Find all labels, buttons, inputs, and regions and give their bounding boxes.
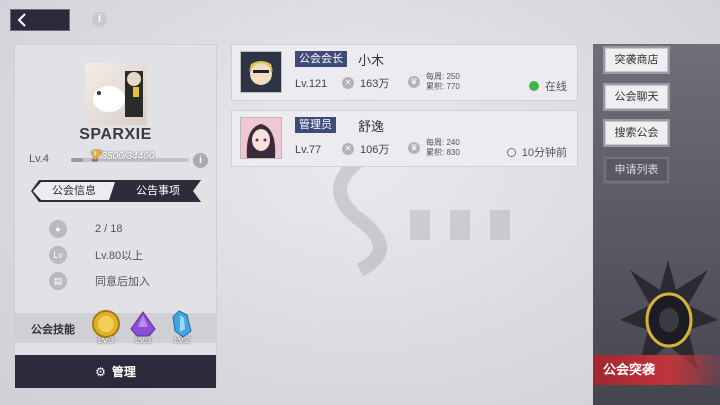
total-row: 累积: 830	[426, 148, 460, 158]
level-requirement: Lv.80以上	[95, 250, 144, 262]
skill-level: Lv.3	[97, 335, 115, 345]
member-name: 小木	[358, 53, 385, 68]
member-count: 2 / 18	[95, 223, 123, 235]
sword-icon: ✕	[342, 143, 354, 155]
manage-button[interactable]: ⚙ 管理	[15, 355, 216, 388]
total-label: 累积:	[426, 148, 447, 157]
skill-level: Lv.2	[173, 335, 191, 345]
member-card[interactable]: 管理员 舒逸 Lv.77 ✕ 106万 ♛ 每周: 240 累积: 830 10…	[231, 110, 578, 167]
member-level: Lv.121	[295, 78, 328, 90]
skill-blue[interactable]: Lv.2	[167, 309, 197, 345]
total-label: 累积:	[426, 82, 447, 91]
join-policy: 同意后加入	[95, 276, 150, 288]
guild-skills: 公会技能 Lv.3 Lv.3 Lv.2	[15, 310, 216, 345]
guild-name: SPARXIE	[79, 126, 152, 143]
weekly-label: 每周:	[426, 72, 447, 81]
level-requirement-row: Lv Lv.80以上	[49, 245, 143, 265]
skill-purple[interactable]: Lv.3	[128, 309, 158, 345]
join-icon: ▤	[49, 272, 67, 290]
member-status: 10分钟前	[506, 144, 567, 160]
guild-exp-fill	[71, 158, 83, 162]
guild-tabs: 公会信息 公告事项	[31, 180, 201, 202]
join-policy-row: ▤ 同意后加入	[49, 271, 150, 291]
exp-info-icon[interactable]: i	[193, 153, 208, 168]
weekly-value: 240	[446, 138, 460, 147]
member-count-row: ● 2 / 18	[49, 219, 123, 239]
member-name: 舒逸	[358, 119, 385, 134]
tab-notice[interactable]: 公告事项	[117, 180, 199, 202]
member-level: Lv.77	[295, 144, 322, 156]
weekly-row: 每周: 250	[426, 72, 460, 82]
guild-chat-button[interactable]: 公会聊天	[605, 85, 668, 109]
person-icon: ●	[49, 220, 67, 238]
trophy-icon: 🏆	[89, 151, 102, 162]
chevron-left-icon	[17, 13, 26, 27]
online-dot-icon	[529, 81, 539, 91]
weekly-label: 每周:	[426, 138, 447, 147]
info-icon[interactable]: i	[92, 12, 107, 27]
raid-shop-button[interactable]: 突袭商店	[605, 48, 668, 72]
sword-icon: ✕	[342, 77, 354, 89]
gear-icon: ⚙	[95, 364, 106, 379]
member-contribution: ♛ 每周: 240 累积: 830	[408, 138, 460, 158]
leader-portrait-icon	[241, 52, 281, 92]
power-value: 163万	[360, 78, 390, 90]
level-icon: Lv	[49, 246, 67, 264]
role-badge: 管理员	[295, 117, 336, 133]
guild-emblem-icon	[93, 71, 143, 117]
guild-level: Lv.4	[29, 153, 49, 165]
officer-portrait-icon	[241, 118, 281, 158]
offline-clock-icon	[506, 147, 516, 157]
contribution-icon: ♛	[408, 142, 420, 154]
weekly-row: 每周: 240	[426, 138, 460, 148]
guild-info-panel: SPARXIE Lv.4 🏆3500/34400 i 公会信息 公告事项 ● 2…	[14, 44, 217, 388]
total-value: 770	[446, 82, 460, 91]
member-card[interactable]: 公会会长 小木 Lv.121 ✕ 163万 ♛ 每周: 250 累积: 770 …	[231, 44, 578, 101]
skills-label: 公会技能	[31, 324, 75, 336]
skill-level: Lv.3	[134, 335, 152, 345]
member-avatar	[240, 51, 282, 93]
skill-gold[interactable]: Lv.3	[91, 309, 121, 345]
weekly-value: 250	[446, 72, 460, 81]
total-row: 累积: 770	[426, 82, 460, 92]
guild-exp-value: 3500/34400	[101, 151, 155, 162]
manage-label: 管理	[111, 365, 136, 379]
guild-avatar	[85, 63, 147, 125]
member-power: ✕ 163万	[342, 75, 389, 91]
search-guild-button[interactable]: 搜索公会	[605, 121, 668, 145]
guild-exp-text: 🏆3500/34400	[89, 151, 154, 162]
role-badge: 公会会长	[295, 51, 347, 67]
member-contribution: ♛ 每周: 250 累积: 770	[408, 72, 460, 92]
back-button[interactable]	[10, 9, 70, 31]
member-status: 在线	[529, 78, 567, 94]
guild-raid-button[interactable]: 公会突袭	[593, 355, 720, 385]
member-avatar	[240, 117, 282, 159]
status-text: 在线	[545, 81, 567, 93]
tab-guild-info[interactable]: 公会信息	[33, 182, 115, 200]
contribution-icon: ♛	[408, 76, 420, 88]
status-text: 10分钟前	[521, 147, 567, 159]
application-list-button[interactable]: 申请列表	[605, 158, 668, 182]
power-value: 106万	[360, 144, 390, 156]
member-power: ✕ 106万	[342, 141, 389, 157]
total-value: 830	[446, 148, 460, 157]
